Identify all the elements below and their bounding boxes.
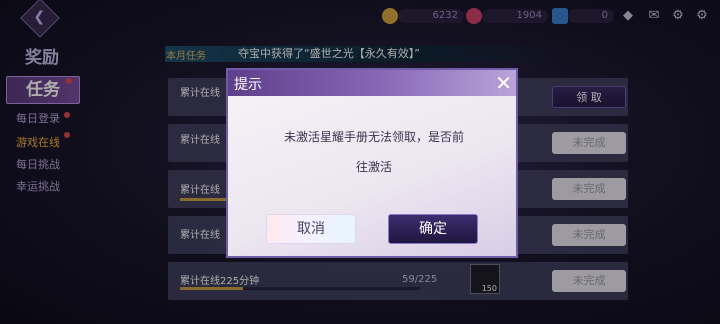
dialog-message-line-1: 未激活星耀手册无法领取，是否前: [283, 130, 464, 144]
dialog-header: 提示 ✕: [228, 70, 516, 96]
dialog-message: 未激活星耀手册无法领取，是否前 往激活: [252, 122, 496, 182]
dialog-title: 提示: [234, 77, 262, 93]
prompt-dialog: 提示 ✕ 未激活星耀手册无法领取，是否前 往激活 取消 确定: [226, 68, 518, 258]
cancel-button[interactable]: 取消: [266, 214, 356, 244]
close-icon[interactable]: ✕: [495, 72, 512, 94]
confirm-button[interactable]: 确定: [388, 214, 478, 244]
dialog-message-line-2: 往激活: [355, 160, 392, 174]
